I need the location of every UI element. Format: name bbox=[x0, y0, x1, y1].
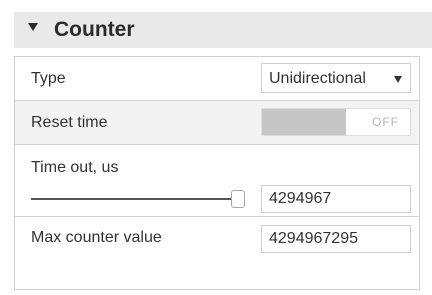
toggle-state-text: OFF bbox=[372, 115, 399, 129]
type-select[interactable]: Unidirectional bbox=[261, 63, 411, 93]
section-title: Counter bbox=[54, 18, 135, 41]
toggle-thumb bbox=[262, 109, 346, 135]
time-out-label: Time out, us bbox=[31, 159, 119, 176]
max-counter-input[interactable] bbox=[261, 225, 411, 253]
caret-down-icon[interactable] bbox=[28, 23, 38, 31]
max-counter-label: Max counter value bbox=[31, 229, 162, 246]
max-counter-row: Max counter value bbox=[15, 217, 419, 259]
counter-panel: Counter Type Unidirectional Reset time O… bbox=[0, 0, 432, 295]
reset-time-label: Reset time bbox=[31, 114, 108, 131]
time-out-input[interactable] bbox=[261, 185, 411, 213]
reset-time-row: Reset time OFF bbox=[15, 101, 419, 145]
chevron-down-icon bbox=[394, 76, 402, 83]
time-out-slider-thumb[interactable] bbox=[231, 190, 245, 208]
reset-time-toggle[interactable]: OFF bbox=[261, 108, 411, 136]
type-select-value: Unidirectional bbox=[269, 70, 366, 87]
counter-section-header[interactable]: Counter bbox=[14, 12, 432, 48]
type-row: Type Unidirectional bbox=[15, 57, 419, 101]
counter-properties: Type Unidirectional Reset time OFF Time … bbox=[14, 56, 420, 290]
time-out-slider-track[interactable] bbox=[31, 198, 236, 200]
time-out-row: Time out, us bbox=[15, 145, 419, 217]
type-label: Type bbox=[31, 70, 66, 87]
